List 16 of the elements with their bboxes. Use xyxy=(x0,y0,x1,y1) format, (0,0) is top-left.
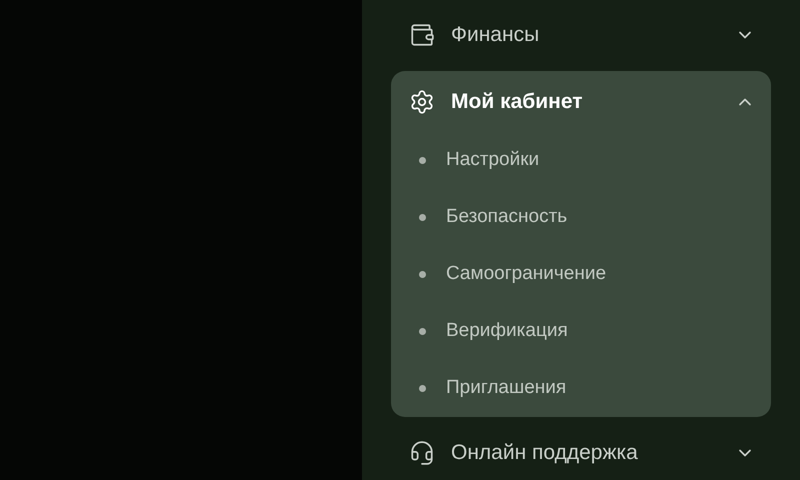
submenu-item[interactable]: Приглашения xyxy=(391,360,771,417)
submenu-item[interactable]: Верификация xyxy=(391,303,771,360)
submenu-item[interactable]: Настройки xyxy=(391,132,771,189)
bullet-icon xyxy=(419,214,426,221)
bullet-icon xyxy=(419,271,426,278)
bullet-icon xyxy=(419,385,426,392)
headset-icon xyxy=(409,440,435,466)
submenu-item[interactable]: Самоограничение xyxy=(391,246,771,303)
bullet-icon xyxy=(419,328,426,335)
bullet-icon xyxy=(419,157,426,164)
menu-item[interactable]: Финансы xyxy=(391,5,771,65)
wallet-icon xyxy=(409,22,435,48)
menu-item[interactable]: Онлайн поддержка xyxy=(391,423,771,480)
submenu-item[interactable]: Безопасность xyxy=(391,189,771,246)
gear-icon xyxy=(409,89,435,115)
menu-item[interactable]: Мой кабинет xyxy=(391,72,771,132)
